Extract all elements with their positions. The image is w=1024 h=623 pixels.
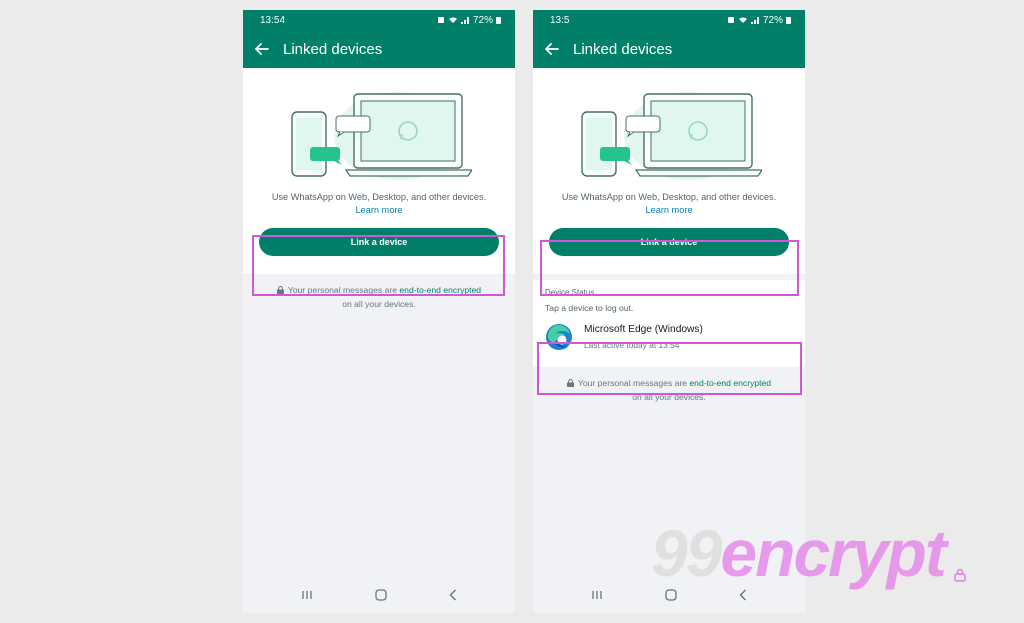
description-text: Use WhatsApp on Web, Desktop, and other … [561, 192, 777, 202]
link-device-button[interactable]: Link a device [259, 228, 499, 256]
battery-icon [786, 17, 791, 24]
link-card: Use WhatsApp on Web, Desktop, and other … [533, 68, 805, 274]
battery-icon [496, 17, 501, 24]
device-last-active: Last active today at 13:54 [584, 340, 680, 350]
wifi-icon [448, 17, 457, 23]
watermark-text: encrypt [720, 516, 946, 590]
device-status-title: Device Status [545, 288, 595, 297]
app-bar: Linked devices [243, 30, 515, 68]
encryption-note: Your personal messages are end-to-end en… [243, 284, 515, 311]
description-text: Use WhatsApp on Web, Desktop, and other … [271, 192, 487, 202]
devices-illustration [581, 92, 762, 180]
phone-screen-left: 13:54 72% Linked devices Use WhatsApp on… [243, 10, 515, 613]
home-icon[interactable] [375, 589, 387, 601]
back-arrow-icon[interactable] [255, 41, 271, 57]
device-status-section: Device Status Tap a device to log out. M… [533, 280, 805, 367]
e2e-suffix: on all your devices. [342, 299, 416, 309]
app-bar: Linked devices [533, 30, 805, 68]
home-icon[interactable] [665, 589, 677, 601]
linked-device-row[interactable]: Microsoft Edge (Windows) Last active tod… [533, 313, 805, 359]
signal-icon [750, 17, 759, 24]
e2e-prefix: Your personal messages are [577, 378, 687, 388]
learn-more-link[interactable]: Learn more [243, 204, 515, 217]
device-name: Microsoft Edge (Windows) [584, 324, 703, 335]
status-time: 13:54 [260, 14, 286, 26]
page-title: Linked devices [573, 40, 673, 58]
edge-browser-icon [546, 324, 572, 350]
status-icons: 72% [727, 15, 791, 26]
nav-back-icon[interactable] [449, 589, 457, 601]
system-nav-bar [243, 577, 515, 613]
alarm-icon [437, 17, 444, 23]
device-status-hint: Tap a device to log out. [545, 303, 634, 313]
link-device-button[interactable]: Link a device [549, 228, 789, 256]
devices-illustration [291, 92, 472, 180]
recent-apps-icon[interactable] [591, 590, 603, 600]
alarm-icon [727, 17, 734, 23]
e2e-suffix: on all your devices. [632, 392, 706, 402]
watermark-number: 99 [651, 516, 722, 590]
learn-more-link[interactable]: Learn more [533, 204, 805, 217]
nav-back-icon[interactable] [739, 589, 747, 601]
description: Use WhatsApp on Web, Desktop, and other … [243, 191, 515, 217]
page-title: Linked devices [283, 40, 383, 58]
lock-icon [276, 285, 284, 298]
e2e-prefix: Your personal messages are [287, 285, 397, 295]
watermark-logo: 99encrypt [651, 520, 966, 586]
encryption-note: Your personal messages are end-to-end en… [533, 377, 805, 404]
description: Use WhatsApp on Web, Desktop, and other … [533, 191, 805, 217]
status-icons: 72% [437, 15, 501, 26]
back-arrow-icon[interactable] [545, 41, 561, 57]
lock-icon [566, 378, 574, 391]
signal-icon [460, 17, 469, 24]
e2e-link[interactable]: end-to-end encrypted [399, 285, 481, 295]
battery-percent: 72% [472, 14, 493, 26]
link-card: Use WhatsApp on Web, Desktop, and other … [243, 68, 515, 274]
e2e-link[interactable]: end-to-end encrypted [689, 378, 771, 388]
status-time: 13:5 [550, 14, 570, 26]
status-bar: 13:5 72% [533, 10, 805, 30]
status-bar: 13:54 72% [243, 10, 515, 30]
lock-icon [954, 568, 966, 582]
recent-apps-icon[interactable] [301, 590, 313, 600]
wifi-icon [738, 17, 747, 23]
battery-percent: 72% [762, 14, 783, 26]
